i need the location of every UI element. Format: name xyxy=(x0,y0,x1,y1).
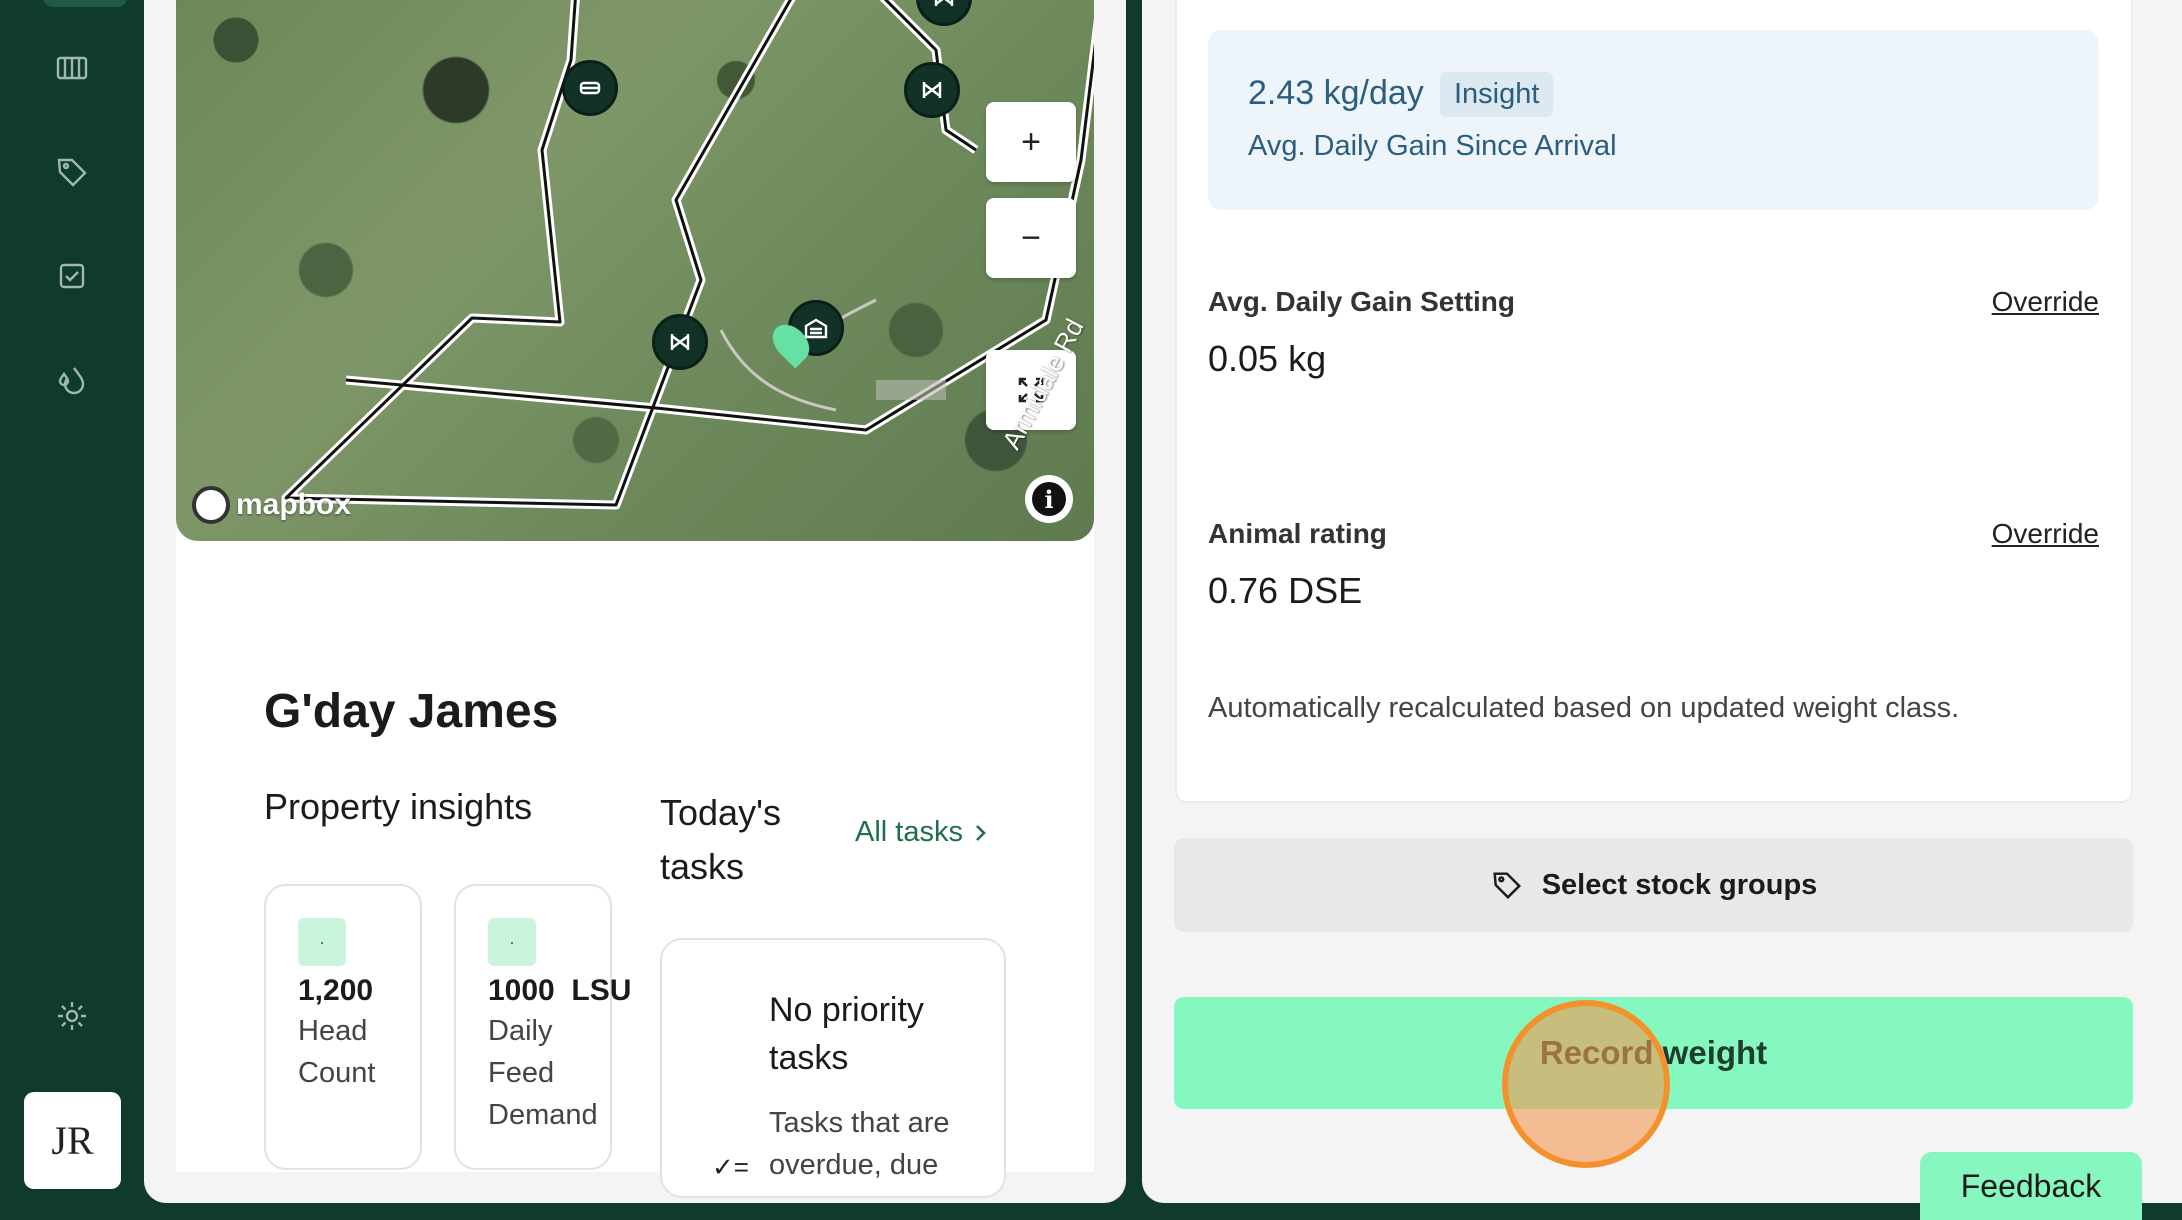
greeting-heading: G'day James xyxy=(264,685,559,738)
zoom-in-label: + xyxy=(1021,122,1041,161)
sidebar-active-indicator xyxy=(43,0,127,7)
trough-marker-icon[interactable] xyxy=(562,60,618,116)
all-tasks-label: All tasks xyxy=(855,816,963,848)
info-icon: i xyxy=(1032,482,1066,516)
stat-value: 1,200 xyxy=(298,974,374,1007)
stat-value: 1000 LSU xyxy=(488,974,631,1008)
sidebar: JR xyxy=(0,0,143,1220)
animal-rating-label: Animal rating xyxy=(1208,518,1387,549)
tag-icon[interactable] xyxy=(50,150,94,194)
gate-marker-icon[interactable] xyxy=(652,314,708,370)
stat-unit: LSU xyxy=(571,974,632,1007)
adg-insight-box: 2.43 kg/day Insight Avg. Daily Gain Sinc… xyxy=(1208,30,2099,210)
stat-card-daily-feed-demand[interactable]: · 1000 LSU Daily Feed Demand xyxy=(454,884,631,1170)
no-priority-tasks-card: No priority tasks Tasks that are overdue… xyxy=(660,938,1006,1198)
gate-marker-icon[interactable] xyxy=(904,62,960,118)
insight-caption: Avg. Daily Gain Since Arrival xyxy=(1248,130,1617,162)
todays-tasks-title: Today's tasks xyxy=(660,792,781,887)
no-tasks-title: No priority tasks xyxy=(769,991,924,1077)
zoom-in-button[interactable]: + xyxy=(986,102,1076,182)
click-indicator xyxy=(1502,1000,1670,1168)
tasks-checkbox-icon[interactable] xyxy=(50,254,94,298)
select-stock-groups-label: Select stock groups xyxy=(1541,868,1818,901)
stat-card-head-count[interactable]: · 1,200 Head Count xyxy=(264,884,422,1170)
gear-icon[interactable] xyxy=(50,994,94,1038)
water-drops-icon[interactable] xyxy=(50,358,94,402)
avatar-initials: JR xyxy=(51,1118,94,1163)
insight-value: 2.43 kg/day xyxy=(1248,74,1424,112)
stat-icon: · xyxy=(488,918,536,966)
zoom-out-button[interactable]: − xyxy=(986,198,1076,278)
recalculation-note: Automatically recalculated based on upda… xyxy=(1208,692,1960,724)
mapbox-wordmark: mapbox xyxy=(236,488,352,521)
property-insights-title: Property insights xyxy=(264,786,533,827)
no-tasks-description: Tasks that are overdue, due xyxy=(769,1107,950,1181)
all-tasks-link[interactable]: All tasks xyxy=(855,816,989,849)
adg-setting-label: Avg. Daily Gain Setting xyxy=(1208,286,1516,317)
stat-number: 1000 xyxy=(488,974,555,1007)
chevron-right-icon xyxy=(976,824,986,841)
adg-override-link[interactable]: Override xyxy=(1992,286,2099,318)
mapbox-logo-icon xyxy=(192,486,230,524)
property-map[interactable]: + − Armidale Rd mapbox i xyxy=(176,0,1094,541)
stat-icon: · xyxy=(298,918,346,966)
tag-icon xyxy=(1493,872,1521,900)
user-avatar[interactable]: JR xyxy=(24,1092,121,1189)
feedback-label: Feedback xyxy=(1960,1168,2102,1204)
mapbox-logo[interactable]: mapbox xyxy=(192,486,351,524)
select-stock-groups-button[interactable]: Select stock groups xyxy=(1174,838,2133,932)
paddocks-icon[interactable] xyxy=(50,46,94,90)
adg-setting-value: 0.05 kg xyxy=(1208,338,1327,379)
map-info-button[interactable]: i xyxy=(1025,475,1073,523)
stat-label: Daily Feed Demand xyxy=(488,1015,598,1131)
insight-badge: Insight xyxy=(1440,72,1554,117)
zoom-out-label: − xyxy=(1021,218,1041,257)
rating-override-link[interactable]: Override xyxy=(1992,518,2099,550)
task-list-icon: ✓= xyxy=(712,1152,749,1182)
stat-label: Head Count xyxy=(298,1015,376,1089)
animal-rating-value: 0.76 DSE xyxy=(1208,570,1363,611)
feedback-button[interactable]: Feedback xyxy=(1920,1152,2142,1220)
